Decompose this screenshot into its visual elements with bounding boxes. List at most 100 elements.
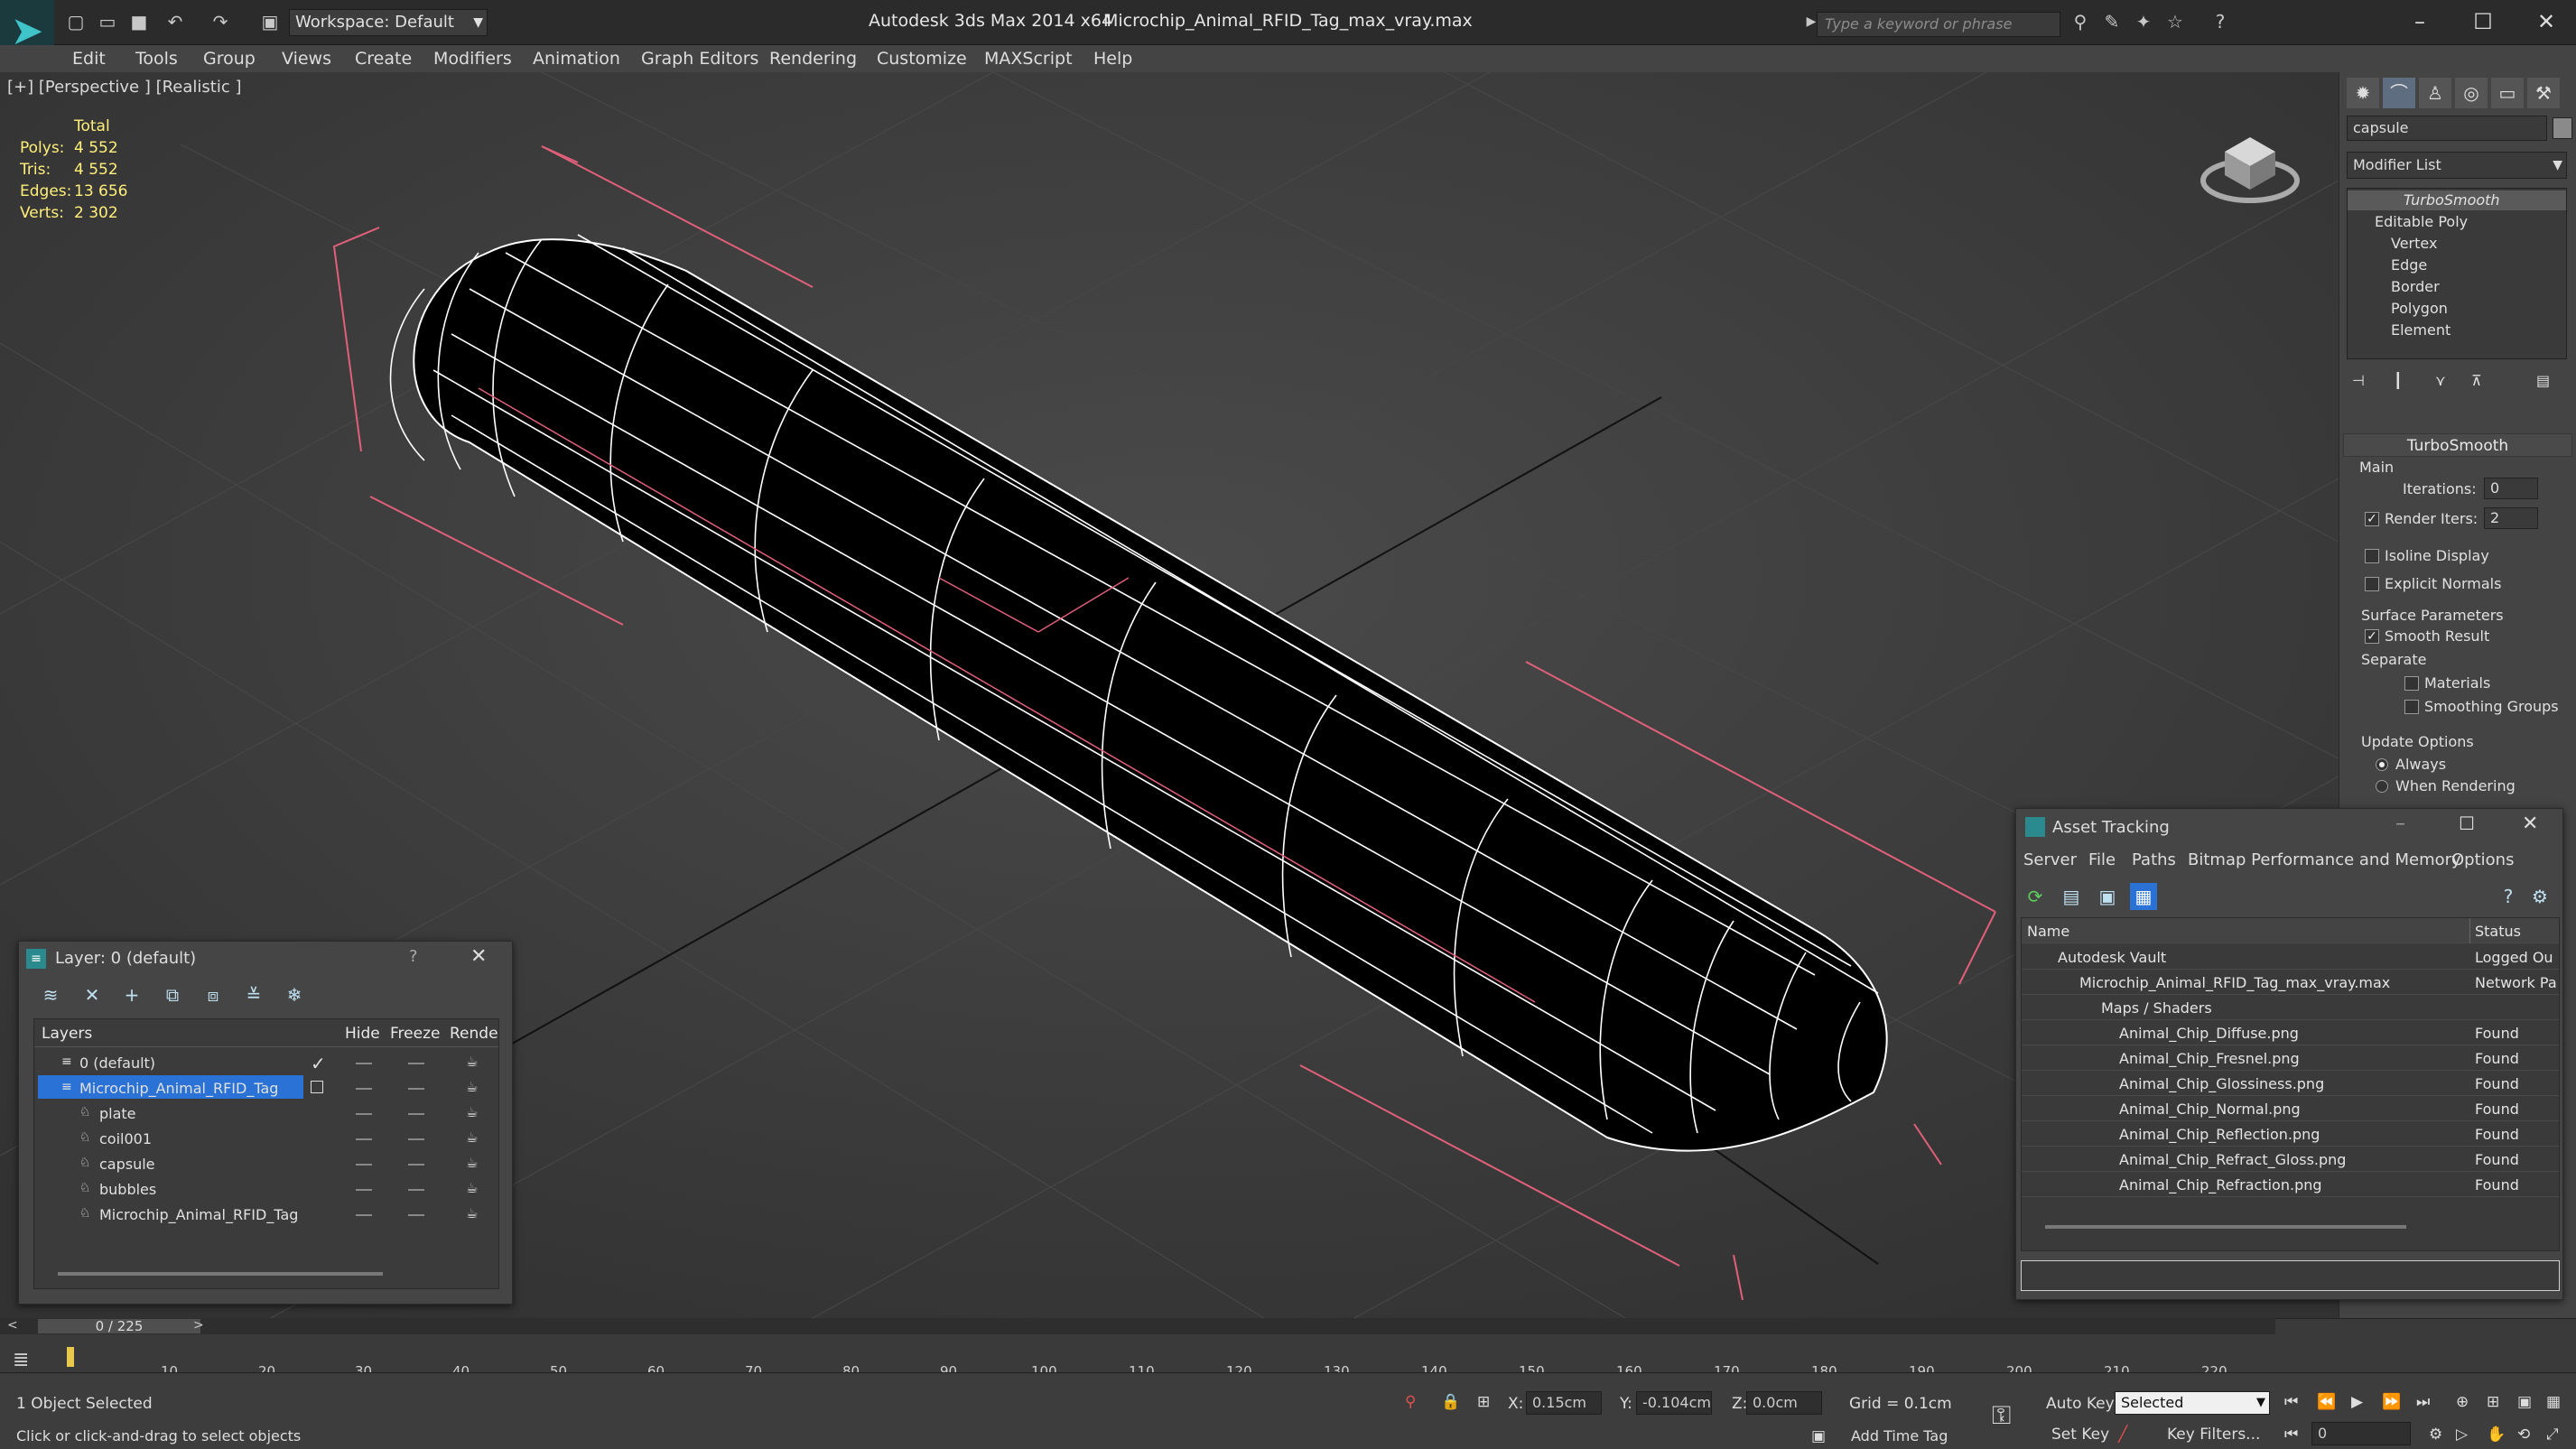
orbit-icon[interactable]: ⟲: [2517, 1426, 2530, 1444]
stack-item-edge[interactable]: Edge: [2391, 256, 2427, 274]
highlight-selected-icon[interactable]: ⧈: [200, 981, 227, 1008]
explicit-normals-checkbox[interactable]: [2365, 577, 2379, 591]
add-time-tag-button[interactable]: Add Time Tag: [1851, 1427, 1948, 1444]
key-icon[interactable]: ⚿: [1992, 1400, 2011, 1431]
redo-icon[interactable]: ↷: [208, 10, 233, 33]
curve-editor-icon[interactable]: ≣: [13, 1349, 29, 1371]
asset-settings-icon[interactable]: ⚙: [2526, 883, 2553, 910]
asset-row[interactable]: Animal_Chip_Normal.png Found: [2022, 1096, 2559, 1121]
menu-help[interactable]: Help: [1093, 49, 1132, 69]
search-input[interactable]: Type a keyword or phrase: [1817, 12, 2060, 37]
refresh-icon[interactable]: ⟳: [2022, 883, 2049, 910]
object-row-coil001[interactable]: ♘ coil001 ☕: [34, 1126, 498, 1151]
zoom-icon[interactable]: ⊕: [2456, 1393, 2469, 1411]
menu-graph-editors[interactable]: Graph Editors: [641, 49, 758, 69]
asset-row[interactable]: Animal_Chip_Fresnel.png Found: [2022, 1045, 2559, 1071]
subscription-icon[interactable]: ✎: [2099, 10, 2125, 33]
object-row-plate[interactable]: ♘ plate ☕: [34, 1101, 498, 1126]
asset-row[interactable]: Animal_Chip_Refraction.png Found: [2022, 1172, 2559, 1197]
time-slider-track[interactable]: [0, 1318, 2275, 1334]
object-name-field[interactable]: capsule: [2347, 116, 2547, 141]
time-tag-icon[interactable]: ▣: [1811, 1427, 1826, 1445]
asset-row[interactable]: Animal_Chip_Reflection.png Found: [2022, 1121, 2559, 1147]
smoothing-groups-checkbox[interactable]: [2404, 700, 2419, 714]
next-frame-icon[interactable]: >: [193, 1318, 204, 1333]
menu-create[interactable]: Create: [355, 49, 412, 69]
menu-edit[interactable]: Edit: [72, 49, 106, 69]
stack-item-vertex[interactable]: Vertex: [2391, 235, 2437, 252]
configure-sets-icon[interactable]: ▤: [2536, 372, 2550, 389]
menu-modifiers[interactable]: Modifiers: [433, 49, 512, 69]
menu-maxscript[interactable]: MAXScript: [984, 49, 1073, 69]
previous-key-icon[interactable]: ⏪: [2317, 1393, 2336, 1411]
col-status[interactable]: Status: [2475, 923, 2558, 940]
materials-checkbox[interactable]: [2404, 676, 2419, 691]
table-view-icon[interactable]: ▦: [2130, 883, 2157, 910]
asset-menu-bitmap[interactable]: Bitmap Performance and Memory: [2188, 850, 2461, 869]
hide-toggle[interactable]: [356, 1138, 372, 1140]
key-mode-icon[interactable]: ⏮: [2284, 1426, 2298, 1444]
iterations-spinner[interactable]: 0: [2484, 478, 2538, 499]
workspace-dropdown[interactable]: Workspace: Default ▼: [289, 9, 488, 36]
motion-tab-icon[interactable]: ◎: [2455, 78, 2488, 108]
freeze-toggle[interactable]: [408, 1063, 424, 1064]
menu-group[interactable]: Group: [203, 49, 256, 69]
selection-set-dropdown[interactable]: Selected ▼: [2115, 1391, 2270, 1415]
prev-frame-icon[interactable]: <: [7, 1318, 18, 1333]
hide-toggle[interactable]: [356, 1113, 372, 1115]
isoline-display-checkbox[interactable]: [2365, 549, 2379, 563]
new-file-icon[interactable]: ▢: [63, 10, 88, 33]
layer-name[interactable]: 0 (default): [79, 1054, 155, 1072]
menu-views[interactable]: Views: [282, 49, 331, 69]
communication-icon[interactable]: ✦: [2131, 10, 2156, 33]
horizontal-scrollbar[interactable]: [2045, 1225, 2406, 1229]
stack-item-turbosmooth[interactable]: TurboSmooth: [2404, 191, 2500, 209]
modify-tab-icon[interactable]: ⌒: [2383, 78, 2415, 108]
create-tab-icon[interactable]: ✹: [2347, 78, 2379, 108]
next-key-icon[interactable]: ⏩: [2382, 1393, 2401, 1411]
asset-menu-file[interactable]: File: [2088, 850, 2116, 869]
layer-row-default[interactable]: ≡ 0 (default) ✓ ☕: [34, 1050, 498, 1075]
object-name[interactable]: Microchip_Animal_RFID_Tag: [99, 1206, 298, 1223]
maximize-viewport-icon[interactable]: ⤢: [2546, 1426, 2559, 1444]
pan-icon[interactable]: ✋: [2487, 1426, 2506, 1444]
list-view-icon[interactable]: ▤: [2058, 883, 2085, 910]
asset-row[interactable]: Maps / Shaders: [2022, 995, 2559, 1020]
layer-row-microchip[interactable]: ≡ Microchip_Animal_RFID_Tag ☕: [34, 1075, 498, 1101]
zoom-extents-icon[interactable]: ▣: [2517, 1393, 2532, 1411]
freeze-all-layers-icon[interactable]: ❄: [281, 981, 308, 1008]
render-teapot-icon[interactable]: ☕: [466, 1129, 478, 1146]
create-layer-icon[interactable]: ≋: [37, 981, 64, 1008]
freeze-toggle[interactable]: [408, 1088, 424, 1090]
maximize-icon[interactable]: ☐: [2459, 813, 2475, 834]
go-to-end-icon[interactable]: ⏭: [2416, 1393, 2430, 1411]
col-freeze[interactable]: Freeze: [390, 1025, 440, 1043]
col-layers[interactable]: Layers: [42, 1025, 92, 1043]
time-config-icon[interactable]: ⚙: [2429, 1426, 2442, 1444]
stack-item-polygon[interactable]: Polygon: [2391, 300, 2448, 317]
menu-animation[interactable]: Animation: [533, 49, 620, 69]
make-unique-icon[interactable]: ⋎: [2435, 372, 2446, 389]
y-coordinate-field[interactable]: -0.104cm: [1636, 1391, 1712, 1415]
viewport-label[interactable]: [+] [Perspective ] [Realistic ]: [7, 78, 242, 97]
set-key-icon[interactable]: ╱: [2118, 1426, 2127, 1444]
maximize-icon[interactable]: ☐: [2456, 5, 2510, 38]
zoom-extents-all-icon[interactable]: ▦: [2546, 1393, 2561, 1411]
freeze-toggle[interactable]: [408, 1214, 424, 1216]
auto-key-button[interactable]: Auto Key: [2046, 1395, 2115, 1413]
hide-toggle[interactable]: [356, 1088, 372, 1090]
hide-all-layers-icon[interactable]: ≚: [240, 981, 267, 1008]
asset-menu-server[interactable]: Server: [2023, 850, 2077, 869]
open-file-icon[interactable]: ▭: [95, 10, 120, 33]
hierarchy-tab-icon[interactable]: ♙: [2419, 78, 2451, 108]
horizontal-scrollbar[interactable]: [58, 1272, 383, 1276]
object-row-microchip[interactable]: ♘ Microchip_Animal_RFID_Tag ☕: [34, 1202, 498, 1227]
menu-customize[interactable]: Customize: [877, 49, 967, 69]
stack-item-element[interactable]: Element: [2391, 321, 2450, 339]
render-teapot-icon[interactable]: ☕: [466, 1104, 478, 1120]
display-tab-icon[interactable]: ▭: [2491, 78, 2524, 108]
stack-item-border[interactable]: Border: [2391, 278, 2440, 295]
object-name[interactable]: coil001: [99, 1130, 152, 1147]
render-teapot-icon[interactable]: ☕: [466, 1079, 478, 1095]
current-frame-marker[interactable]: [67, 1347, 74, 1367]
